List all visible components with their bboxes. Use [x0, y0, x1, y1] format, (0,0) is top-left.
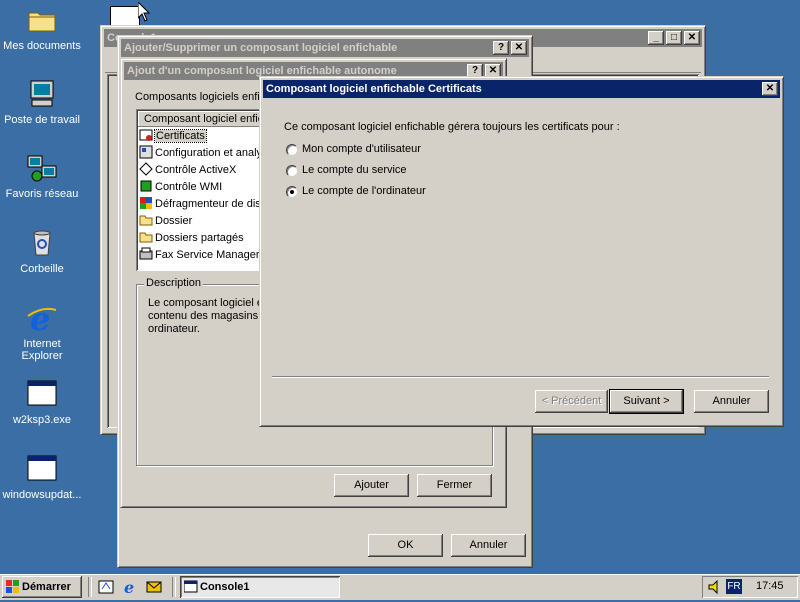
desktop-icon-my-documents[interactable]: Mes documents [0, 4, 84, 52]
start-label: Démarrer [22, 581, 71, 593]
list-item[interactable]: Dossiers partagés [139, 230, 244, 247]
previous-button[interactable]: < Précédent [535, 390, 608, 413]
folder-icon [139, 213, 153, 227]
desktop-icon-label: Poste de travail [4, 114, 80, 126]
list-item-label: Défragmenteur de dis [155, 198, 261, 210]
desktop-icon-label: Corbeille [20, 263, 64, 275]
clock[interactable]: 17:45 [756, 580, 784, 592]
certificates-prompt: Ce composant logiciel enfichable gérera … [284, 121, 620, 133]
language-indicator[interactable]: FR [726, 579, 742, 594]
taskbar-separator [172, 577, 176, 597]
list-item[interactable]: Fax Service Manager [139, 247, 260, 264]
network-icon [26, 152, 58, 184]
close-dialog-button[interactable]: Fermer [417, 474, 492, 497]
close-button[interactable]: ✕ [684, 31, 700, 45]
desktop-icon-network[interactable]: Favoris réseau [0, 152, 84, 200]
close-button[interactable]: ✕ [762, 82, 778, 96]
list-item-label: Dossier [155, 215, 193, 227]
fax-icon [139, 247, 153, 261]
radio-button[interactable] [286, 144, 298, 156]
desktop-icon-my-computer[interactable]: Poste de travail [0, 78, 84, 126]
shared-folder-icon [139, 230, 153, 244]
list-item[interactable]: Dossier [139, 213, 192, 230]
task-button-console1[interactable]: Console1 [180, 576, 340, 598]
list-item[interactable]: Configuration et analy [139, 145, 262, 162]
system-tray: FR 17:45 [702, 576, 798, 598]
desktop-icon-internet-explorer[interactable]: e Internet Explorer [0, 300, 84, 362]
help-button[interactable]: ? [493, 41, 509, 55]
list-item[interactable]: Contrôle ActiveX [139, 162, 236, 179]
wizard-separator [272, 376, 769, 378]
recycle-bin-icon [26, 227, 58, 259]
cancel-button[interactable]: Annuler [451, 534, 526, 557]
column-header[interactable]: Composant logiciel enfic [138, 111, 263, 127]
mouse-cursor-icon [137, 0, 151, 25]
list-item-label: Dossiers partagés [155, 232, 244, 244]
console-icon [183, 580, 198, 602]
ok-button[interactable]: OK [368, 534, 443, 557]
add-remove-title: Ajouter/Supprimer un composant logiciel … [124, 42, 398, 54]
certificate-icon [139, 128, 153, 142]
svg-text:e: e [124, 579, 134, 595]
activex-icon [139, 162, 153, 176]
desktop-icon-w2ksp3[interactable]: w2ksp3.exe [0, 378, 84, 426]
list-item[interactable]: Défragmenteur de dis [139, 196, 261, 213]
add-remove-titlebar[interactable]: Ajouter/Supprimer un composant logiciel … [121, 39, 529, 57]
certificates-title: Composant logiciel enfichable Certificat… [266, 83, 482, 95]
description-text: Le composant logiciel e contenu des maga… [148, 297, 268, 335]
desktop-icon-label: windowsupdat... [2, 489, 82, 501]
list-item[interactable]: Certificats [139, 128, 207, 145]
list-item-label: Certificats [154, 129, 207, 143]
radio-label: Mon compte d'utilisateur [302, 143, 421, 155]
radio-button[interactable] [286, 165, 298, 177]
internet-explorer-quicklaunch-icon[interactable]: e [122, 578, 138, 597]
next-button[interactable]: Suivant > [609, 389, 684, 414]
certificates-titlebar[interactable]: Composant logiciel enfichable Certificat… [263, 80, 780, 98]
snapin-list[interactable]: Composant logiciel enfic Certificats Con… [136, 109, 263, 271]
desktop: Mes documents Poste de travail Favoris r… [0, 0, 800, 574]
outlook-quicklaunch-icon[interactable] [146, 579, 162, 595]
application-icon [26, 453, 58, 485]
add-button[interactable]: Ajouter [334, 474, 409, 497]
list-item-label: Contrôle ActiveX [155, 164, 237, 176]
close-button[interactable]: ✕ [511, 41, 527, 55]
taskbar-separator [88, 577, 92, 597]
desktop-icon-recycle-bin[interactable]: Corbeille [0, 227, 84, 275]
desktop-icon-label: w2ksp3.exe [12, 414, 72, 426]
radio-button[interactable] [286, 186, 298, 198]
list-item-label: Configuration et analy [155, 147, 263, 159]
radio-label: Le compte du service [302, 164, 407, 176]
description-legend: Description [144, 277, 204, 289]
computer-icon [26, 78, 58, 110]
taskbar: Démarrer e Console1 FR 17:45 [0, 574, 800, 600]
folder-icon [26, 4, 58, 36]
windows-logo-icon [6, 580, 20, 602]
security-config-icon [139, 145, 153, 159]
radio-label: Le compte de l'ordinateur [302, 185, 426, 197]
task-label: Console1 [200, 581, 250, 593]
radio-selected-dot [290, 190, 294, 194]
desktop-icon-windowsupdate[interactable]: windowsupdat... [0, 453, 84, 501]
list-item-label: Fax Service Manager [155, 249, 260, 261]
volume-icon[interactable] [708, 579, 722, 598]
desktop-icon-label: Mes documents [3, 40, 81, 52]
certificates-snapin-dialog[interactable]: Composant logiciel enfichable Certificat… [259, 76, 784, 427]
svg-text:e: e [30, 302, 50, 334]
desktop-icon-label: Internet Explorer [21, 338, 63, 362]
maximize-button[interactable]: □ [666, 31, 682, 45]
list-item-label: Contrôle WMI [155, 181, 223, 193]
wmi-icon [139, 179, 153, 193]
cancel-button[interactable]: Annuler [694, 390, 769, 413]
snapin-list-label: Composants logiciels enfic [135, 91, 266, 103]
list-item[interactable]: Contrôle WMI [139, 179, 222, 196]
internet-explorer-icon: e [26, 300, 58, 338]
minimize-button[interactable]: _ [648, 31, 664, 45]
desktop-icon-label: Favoris réseau [5, 188, 79, 200]
desktop-quicklaunch-icon[interactable] [98, 579, 114, 595]
start-button[interactable]: Démarrer [2, 576, 82, 598]
defrag-icon [139, 196, 153, 210]
application-icon [26, 378, 58, 410]
